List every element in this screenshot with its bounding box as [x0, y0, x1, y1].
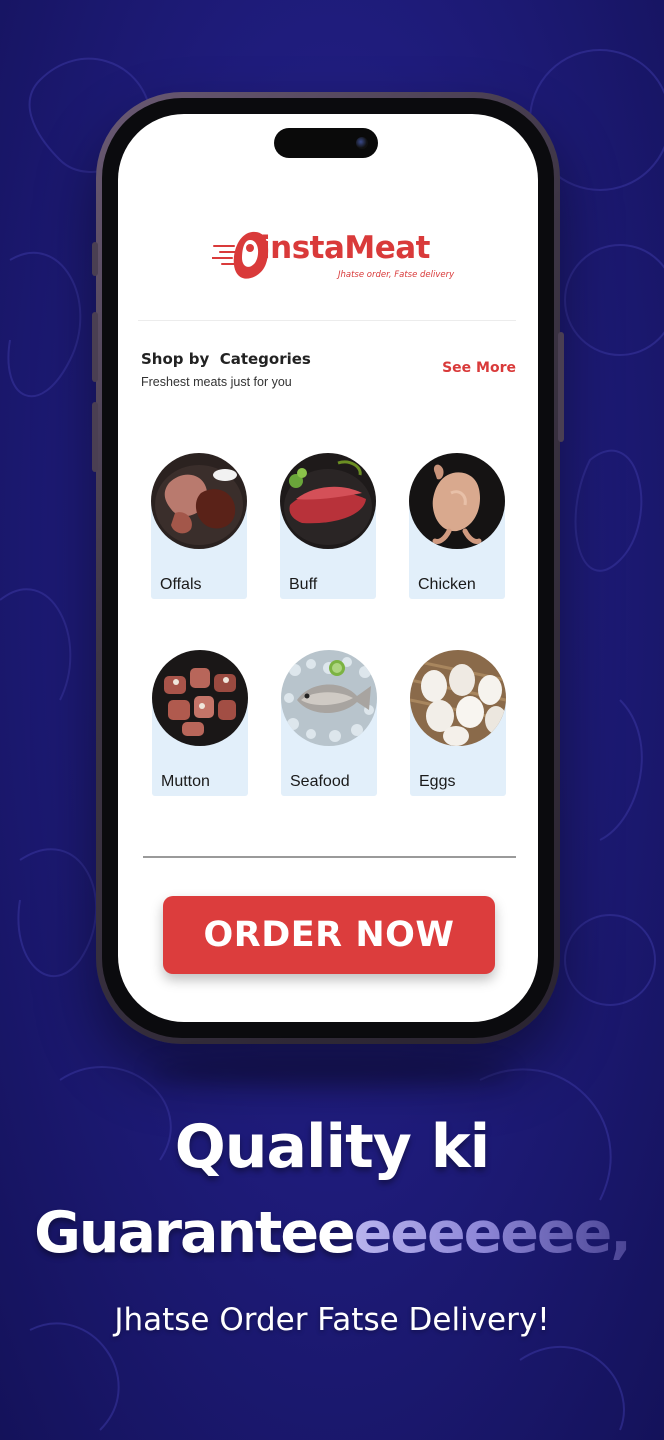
promo-headline-line2: Guaranteeeeeeeee,	[0, 1200, 664, 1266]
phone-volume-up-button	[92, 312, 98, 382]
category-label: Seafood	[290, 773, 350, 790]
section-title: Shop by Categories	[141, 350, 311, 368]
category-label: Offals	[160, 576, 202, 593]
phone-mockup: instaMeat Jhatse order, Fatse delivery S…	[92, 92, 564, 1044]
category-eggs[interactable]: Eggs	[410, 650, 506, 796]
phone-power-button	[558, 332, 564, 442]
category-mutton[interactable]: Mutton	[152, 650, 248, 796]
order-now-button[interactable]: ORDER NOW	[163, 896, 495, 974]
app-screen: instaMeat Jhatse order, Fatse delivery S…	[118, 114, 538, 1022]
promo-headline-main: Guarantee	[34, 1200, 356, 1266]
category-buff[interactable]: Buff	[280, 453, 376, 599]
category-offals[interactable]: Offals	[151, 453, 247, 599]
buff-image	[280, 453, 376, 549]
seafood-image	[281, 650, 377, 746]
brand-name: instaMeat	[260, 230, 431, 266]
promo-headline-tail: eeeeeee,	[353, 1200, 632, 1266]
category-seafood[interactable]: Seafood	[281, 650, 377, 796]
dynamic-island	[274, 128, 378, 158]
brand-logo: instaMeat Jhatse order, Fatse delivery	[212, 226, 455, 290]
offals-image	[151, 453, 247, 549]
header-divider	[138, 320, 516, 321]
eggs-image	[410, 650, 506, 746]
section-subtitle: Freshest meats just for you	[141, 375, 292, 389]
phone-volume-down-button	[92, 402, 98, 472]
footer-divider	[143, 856, 516, 858]
category-label: Buff	[289, 576, 318, 593]
category-label: Eggs	[419, 773, 456, 790]
mutton-image	[152, 650, 248, 746]
phone-shadow	[150, 1058, 510, 1086]
chicken-image	[409, 453, 505, 549]
category-chicken[interactable]: Chicken	[409, 453, 505, 599]
phone-action-button	[92, 242, 98, 276]
category-label: Chicken	[418, 576, 476, 593]
see-more-link[interactable]: See More	[442, 360, 516, 376]
camera-icon	[356, 137, 368, 149]
category-label: Mutton	[161, 773, 210, 790]
brand-tagline: Jhatse order, Fatse delivery	[338, 270, 455, 280]
promo-headline-line1: Quality ki	[174, 1112, 491, 1182]
promo-tagline: Jhatse Order Fatse Delivery!	[114, 1302, 550, 1338]
